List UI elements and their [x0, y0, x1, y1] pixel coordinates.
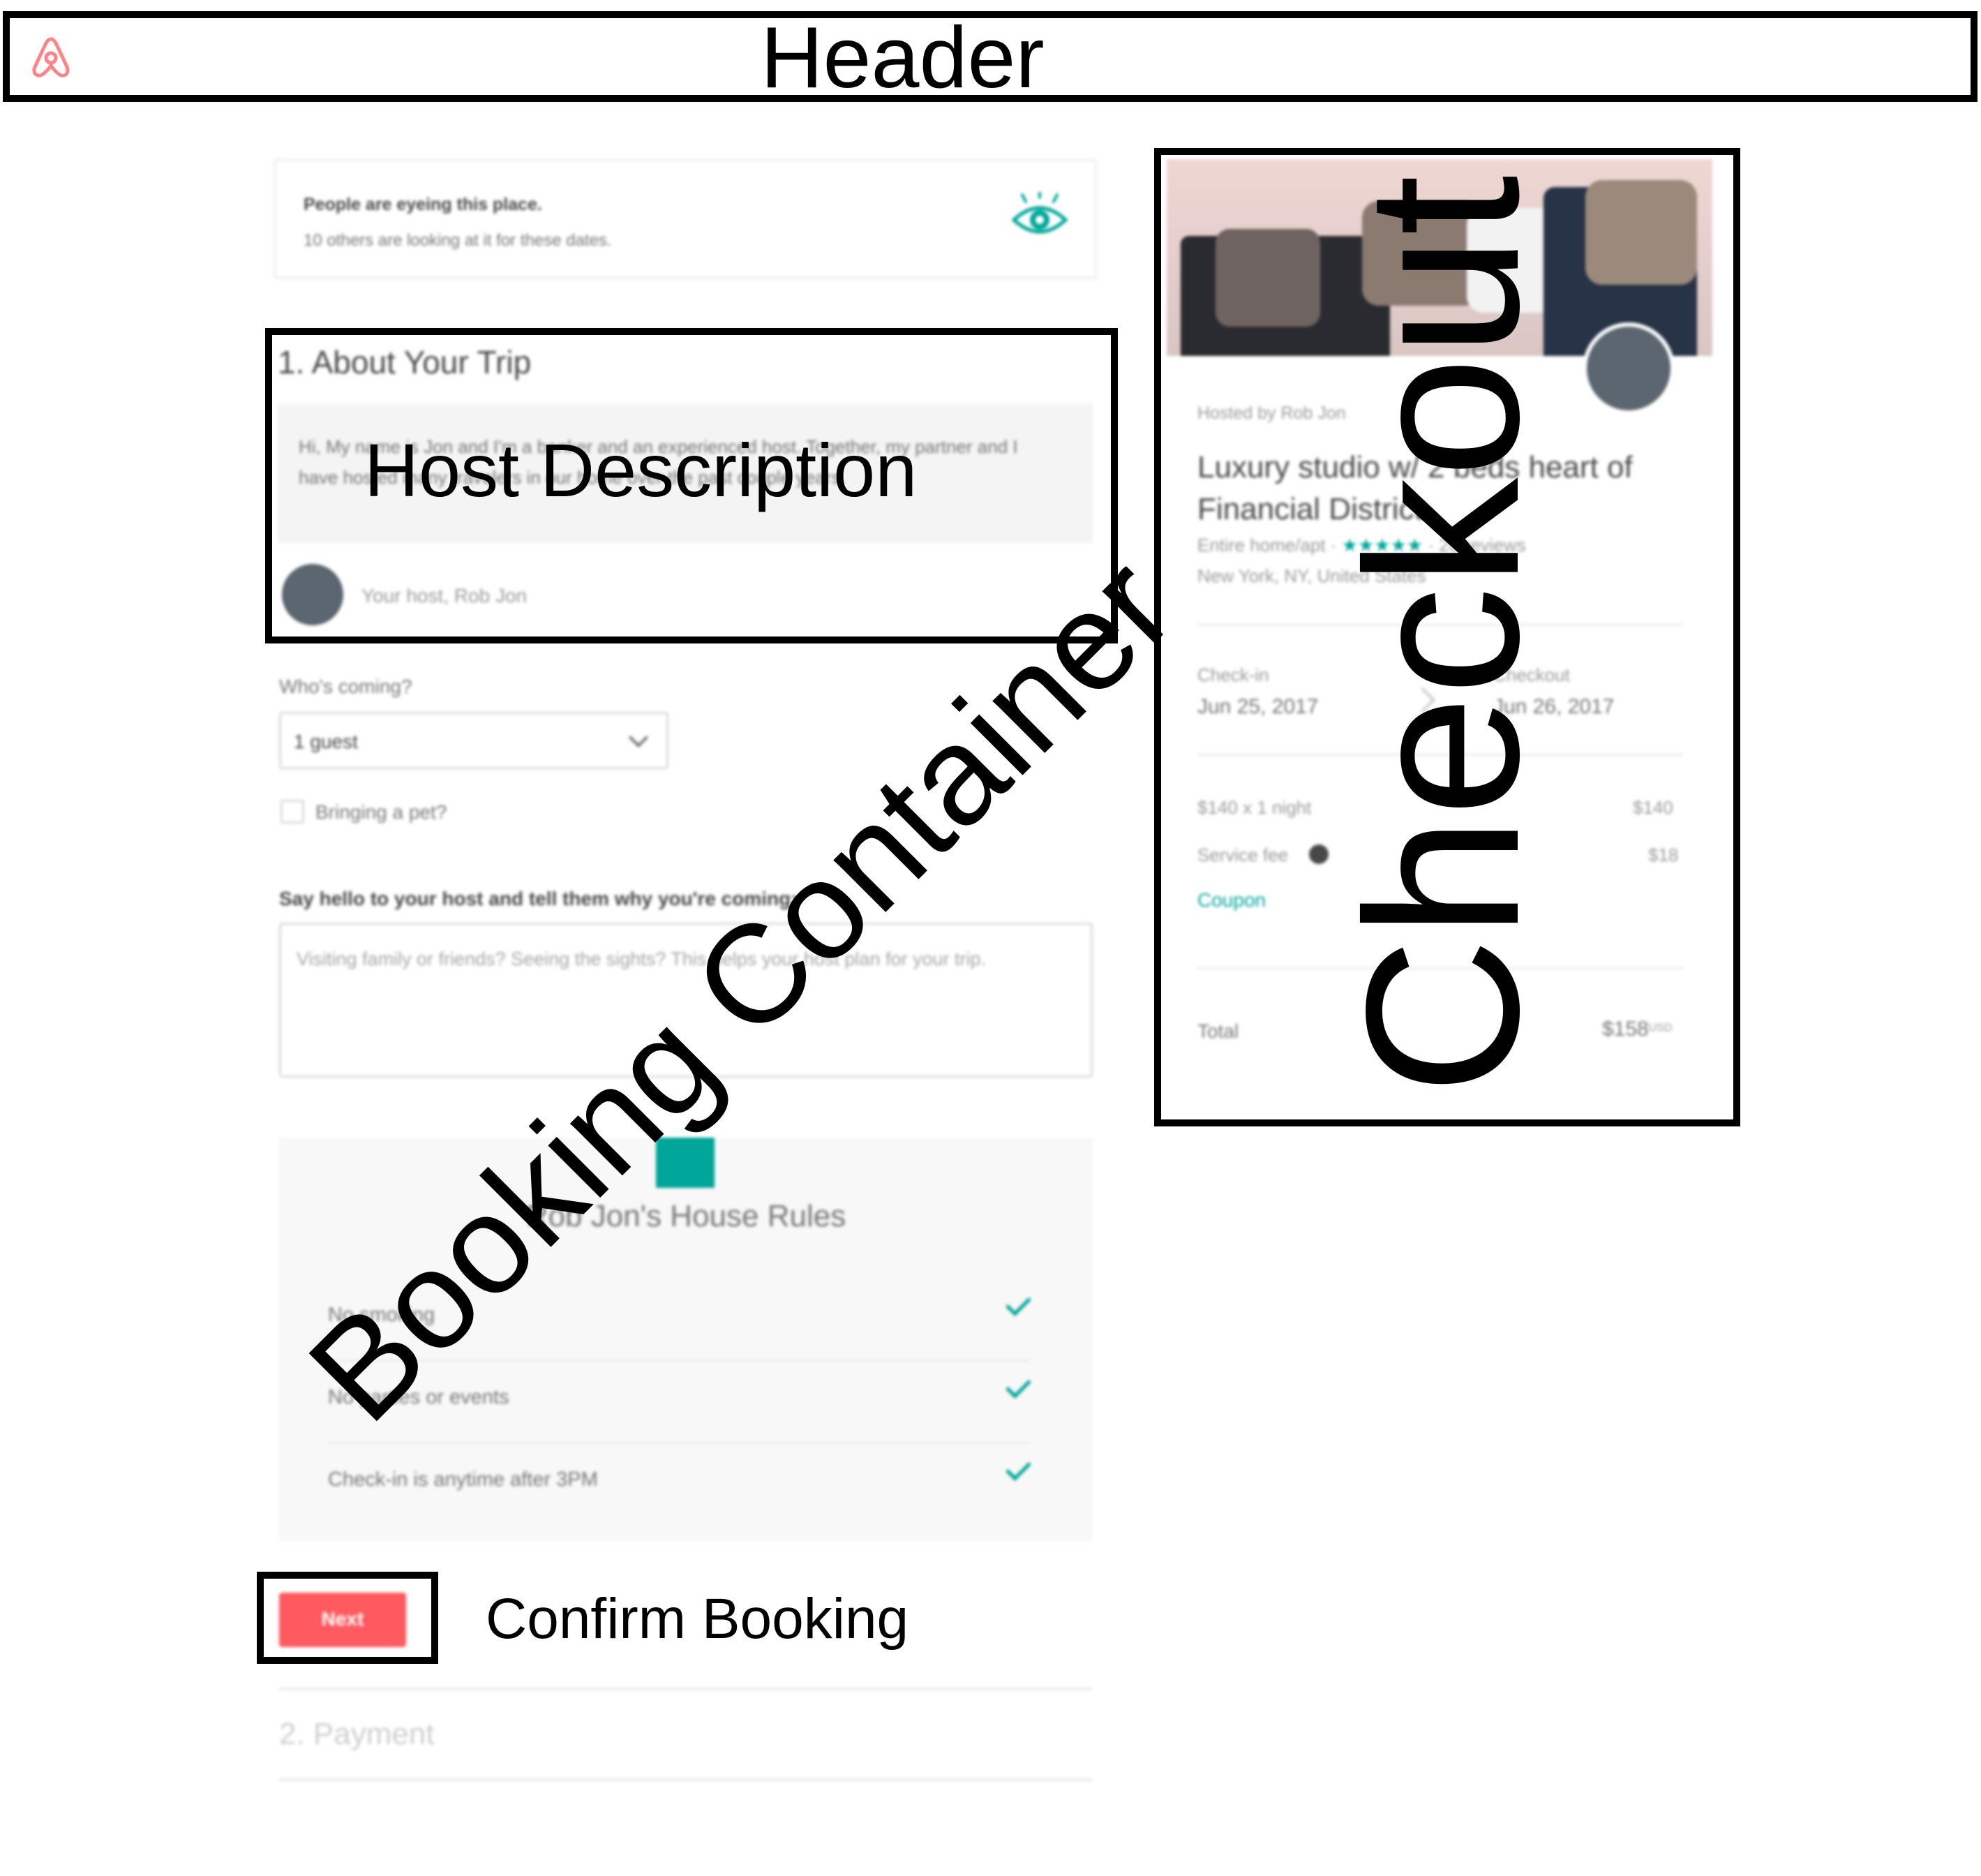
pet-label: Bringing a pet? — [315, 801, 447, 823]
divider — [279, 1778, 1093, 1781]
pet-checkbox[interactable] — [281, 800, 304, 824]
notice-card: People are eyeing this place. 10 others … — [274, 159, 1097, 279]
confirm-booking-box — [257, 1572, 438, 1664]
chevron-down-icon — [628, 727, 649, 748]
guests-label: Who's coming? — [279, 676, 412, 697]
guests-select[interactable]: 1 guest — [279, 712, 668, 769]
confirm-booking-label: Confirm Booking — [486, 1587, 909, 1651]
host-description-label: Host Description — [364, 428, 918, 512]
notice-title: People are eyeing this place. — [304, 195, 542, 214]
payment-heading: 2. Payment — [279, 1717, 435, 1751]
check-icon — [1006, 1373, 1031, 1399]
house-rule-row: Check-in is anytime after 3PM — [328, 1442, 1031, 1524]
guests-value: 1 guest — [294, 731, 358, 752]
check-icon — [1006, 1455, 1031, 1481]
notice-subtitle: 10 others are looking at it for these da… — [304, 231, 612, 250]
eye-icon — [1011, 192, 1068, 234]
check-icon — [1006, 1290, 1031, 1316]
divider — [279, 1688, 1093, 1690]
house-rule-text: Check-in is anytime after 3PM — [328, 1468, 598, 1491]
checkout-label-vertical: Checkout — [1322, 174, 1564, 1096]
